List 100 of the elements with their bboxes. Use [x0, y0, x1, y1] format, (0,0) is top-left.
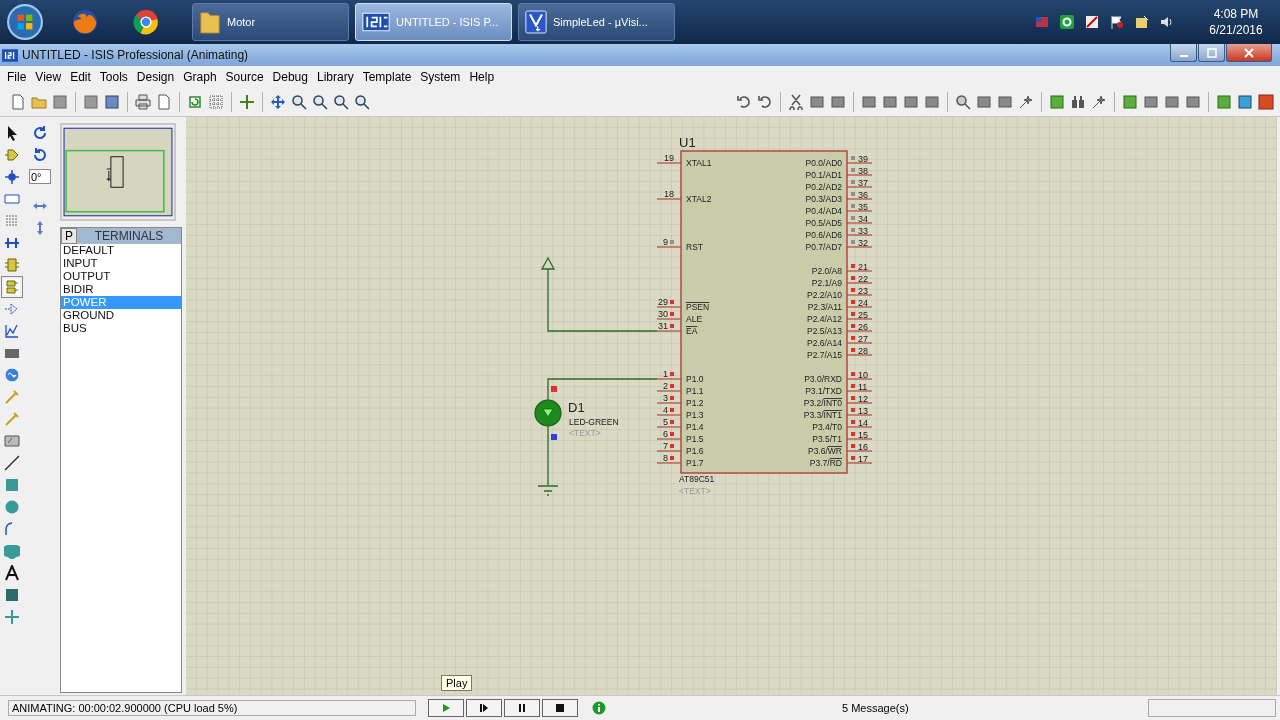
- step-button[interactable]: [466, 699, 502, 717]
- list-item[interactable]: INPUT: [61, 257, 181, 270]
- zoom-all-icon[interactable]: [333, 93, 349, 110]
- grid-icon[interactable]: [208, 93, 224, 110]
- packaging-icon[interactable]: [997, 93, 1013, 110]
- menu-item[interactable]: File: [7, 69, 34, 84]
- zoom-in-icon[interactable]: [291, 93, 307, 110]
- isis-logo-icon: [362, 12, 390, 32]
- menu-item[interactable]: View: [35, 69, 69, 84]
- pick-device-icon[interactable]: [955, 93, 971, 110]
- new-sheet-icon[interactable]: [1122, 93, 1138, 110]
- refresh-icon[interactable]: [187, 93, 203, 110]
- pin-number: 1: [663, 369, 668, 379]
- info-icon[interactable]: [592, 701, 606, 715]
- list-item[interactable]: OUTPUT: [61, 270, 181, 283]
- make-device-icon[interactable]: [976, 93, 992, 110]
- rotate-clockwise-icon[interactable]: [32, 125, 48, 141]
- pin-name: P0.4/AD4: [805, 206, 842, 216]
- wire-label-icon[interactable]: [4, 191, 20, 207]
- copy-icon[interactable]: [809, 93, 825, 110]
- save-icon[interactable]: [52, 93, 68, 110]
- marker-icon[interactable]: [4, 609, 20, 625]
- generator-icon[interactable]: [4, 367, 20, 383]
- line-icon[interactable]: [4, 455, 20, 471]
- ares-icon[interactable]: [1258, 93, 1274, 110]
- device-pin-icon[interactable]: [4, 301, 20, 317]
- start-button[interactable]: [6, 3, 44, 41]
- path-icon[interactable]: [4, 543, 20, 559]
- undo-icon[interactable]: [736, 93, 752, 110]
- bus-icon[interactable]: [4, 235, 20, 251]
- list-item[interactable]: DEFAULT: [61, 244, 181, 257]
- zoom-out-icon[interactable]: [312, 93, 328, 110]
- rotate-anticlockwise-icon[interactable]: [32, 147, 48, 163]
- new-file-icon[interactable]: [10, 93, 26, 110]
- pin-number: 18: [664, 189, 674, 199]
- menu-item[interactable]: Library: [316, 69, 361, 84]
- menu-item[interactable]: Design: [136, 69, 182, 84]
- menu-item[interactable]: System: [420, 69, 468, 84]
- menu-item[interactable]: Graph: [183, 69, 224, 84]
- minimize-button[interactable]: [1170, 44, 1197, 62]
- electrical-check-icon[interactable]: [1237, 93, 1253, 110]
- symbol-icon[interactable]: [4, 587, 20, 603]
- bill-of-materials-icon[interactable]: [1185, 93, 1201, 110]
- pan-icon[interactable]: [270, 93, 286, 110]
- menu-item[interactable]: Help: [469, 69, 502, 84]
- list-item[interactable]: GROUND: [61, 309, 181, 322]
- component-icon[interactable]: [4, 147, 20, 163]
- block-copy-icon[interactable]: [861, 93, 877, 110]
- pin-number: 28: [858, 346, 868, 356]
- zoom-area-icon[interactable]: [354, 93, 370, 110]
- menu-item[interactable]: Debug: [272, 69, 315, 84]
- menu-item[interactable]: Tools: [99, 69, 135, 84]
- pick-button[interactable]: P: [61, 228, 77, 244]
- block-rotate-icon[interactable]: [903, 93, 919, 110]
- terminal-icon[interactable]: [4, 279, 20, 295]
- graph-icon[interactable]: [4, 323, 20, 339]
- circle-icon[interactable]: [4, 499, 20, 515]
- browser-icon[interactable]: [131, 7, 161, 37]
- text-icon[interactable]: [4, 565, 20, 581]
- play-button[interactable]: [428, 699, 464, 717]
- subcircuit-icon[interactable]: [4, 257, 20, 273]
- pin-number: 11: [858, 382, 868, 392]
- menu-item[interactable]: Source: [225, 69, 271, 84]
- export-icon[interactable]: [104, 93, 120, 110]
- box-icon[interactable]: [4, 477, 20, 493]
- pin-line: [656, 402, 682, 404]
- remove-sheet-icon[interactable]: [1143, 93, 1159, 110]
- list-item[interactable]: BUS: [61, 322, 181, 335]
- maximize-button[interactable]: [1198, 44, 1225, 62]
- exit-parent-icon[interactable]: [1164, 93, 1180, 110]
- close-button[interactable]: [1226, 44, 1272, 62]
- page-icon[interactable]: [156, 93, 172, 110]
- stop-button[interactable]: [542, 699, 578, 717]
- wire: [547, 425, 549, 486]
- netlist-icon[interactable]: [1216, 93, 1232, 110]
- list-item[interactable]: BIDIR: [61, 283, 181, 296]
- taskbar-button[interactable]: Motor: [192, 3, 349, 41]
- cut-icon[interactable]: [788, 93, 804, 110]
- block-move-icon[interactable]: [882, 93, 898, 110]
- decompose-icon[interactable]: [1018, 93, 1034, 110]
- pause-button[interactable]: [504, 699, 540, 717]
- virtual-instrument-icon[interactable]: [4, 433, 20, 449]
- menu-item[interactable]: Edit: [70, 69, 98, 84]
- paste-icon[interactable]: [830, 93, 846, 110]
- origin-icon[interactable]: [239, 93, 255, 110]
- flag-icon: [1109, 14, 1125, 30]
- browser-icon[interactable]: [70, 7, 100, 37]
- rotation-angle-field[interactable]: 0°: [29, 169, 51, 184]
- block-delete-icon[interactable]: [924, 93, 940, 110]
- print-icon[interactable]: [135, 93, 151, 110]
- search-icon[interactable]: [1070, 93, 1086, 110]
- menu-item[interactable]: Template: [362, 69, 419, 84]
- property-tool-icon[interactable]: [1091, 93, 1107, 110]
- pin-name: P0.0/AD0: [805, 158, 842, 168]
- import-icon[interactable]: [83, 93, 99, 110]
- pin-state-marker: [551, 434, 557, 440]
- pin-line: [846, 270, 873, 272]
- redo-icon[interactable]: [757, 93, 773, 110]
- taskbar-button[interactable]: SimpleLed - µVisi...: [518, 3, 675, 41]
- wire-autorouter-icon[interactable]: [1049, 93, 1065, 110]
